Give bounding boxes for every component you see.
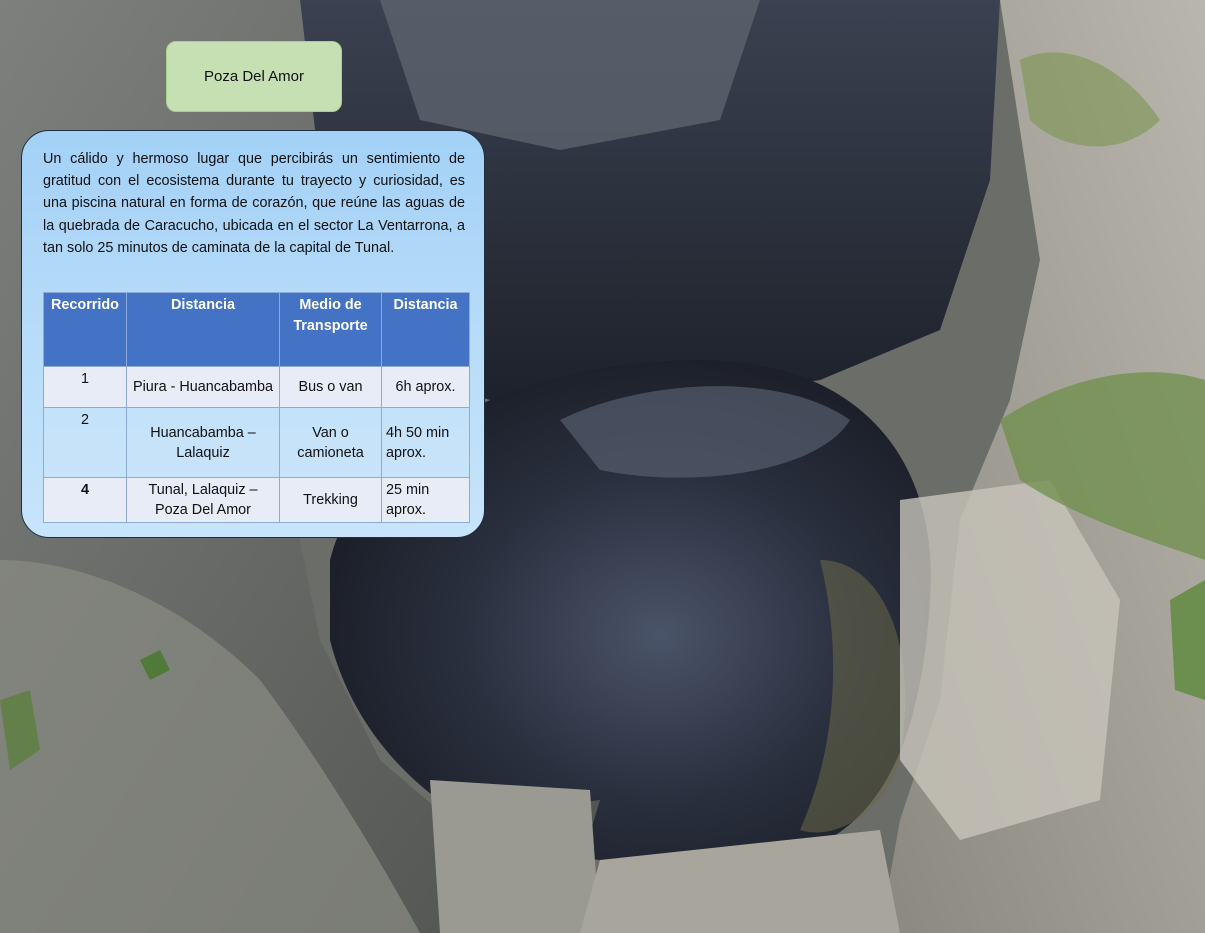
table-row: 1 Piura - Huancabamba Bus o van 6h aprox… [43, 366, 470, 408]
place-description: Un cálido y hermoso lugar que percibirás… [43, 151, 465, 256]
cell-distancia: Tunal, Lalaquiz – Poza Del Amor [126, 477, 280, 523]
cell-recorrido: 1 [43, 366, 127, 408]
cell-tiempo: 4h 50 min aprox. [381, 407, 470, 478]
place-title: Poza Del Amor [203, 68, 305, 85]
routes-table: Recorrido Distancia Medio de Transporte … [43, 292, 470, 523]
cell-recorrido: 4 [43, 477, 127, 523]
cell-transporte: Trekking [279, 477, 382, 523]
table-row: 2 Huancabamba – Lalaquiz Van o camioneta… [43, 407, 470, 478]
table-header-row: Recorrido Distancia Medio de Transporte … [43, 292, 470, 367]
cell-recorrido: 2 [43, 407, 127, 478]
header-distancia: Distancia [126, 292, 280, 367]
cell-transporte: Bus o van [279, 366, 382, 408]
cell-distancia: Piura - Huancabamba [126, 366, 280, 408]
cell-tiempo: 25 min aprox. [381, 477, 470, 523]
header-medio-transporte: Medio de Transporte [279, 292, 382, 367]
cell-transporte: Van o camioneta [279, 407, 382, 478]
info-card: Un cálido y hermoso lugar que percibirás… [21, 130, 485, 538]
table-row: 4 Tunal, Lalaquiz – Poza Del Amor Trekki… [43, 477, 470, 523]
cell-distancia: Huancabamba – Lalaquiz [126, 407, 280, 478]
place-title-badge: Poza Del Amor [166, 41, 342, 112]
header-distancia-tiempo: Distancia [381, 292, 470, 367]
cell-tiempo: 6h aprox. [381, 366, 470, 408]
header-recorrido: Recorrido [43, 292, 127, 367]
